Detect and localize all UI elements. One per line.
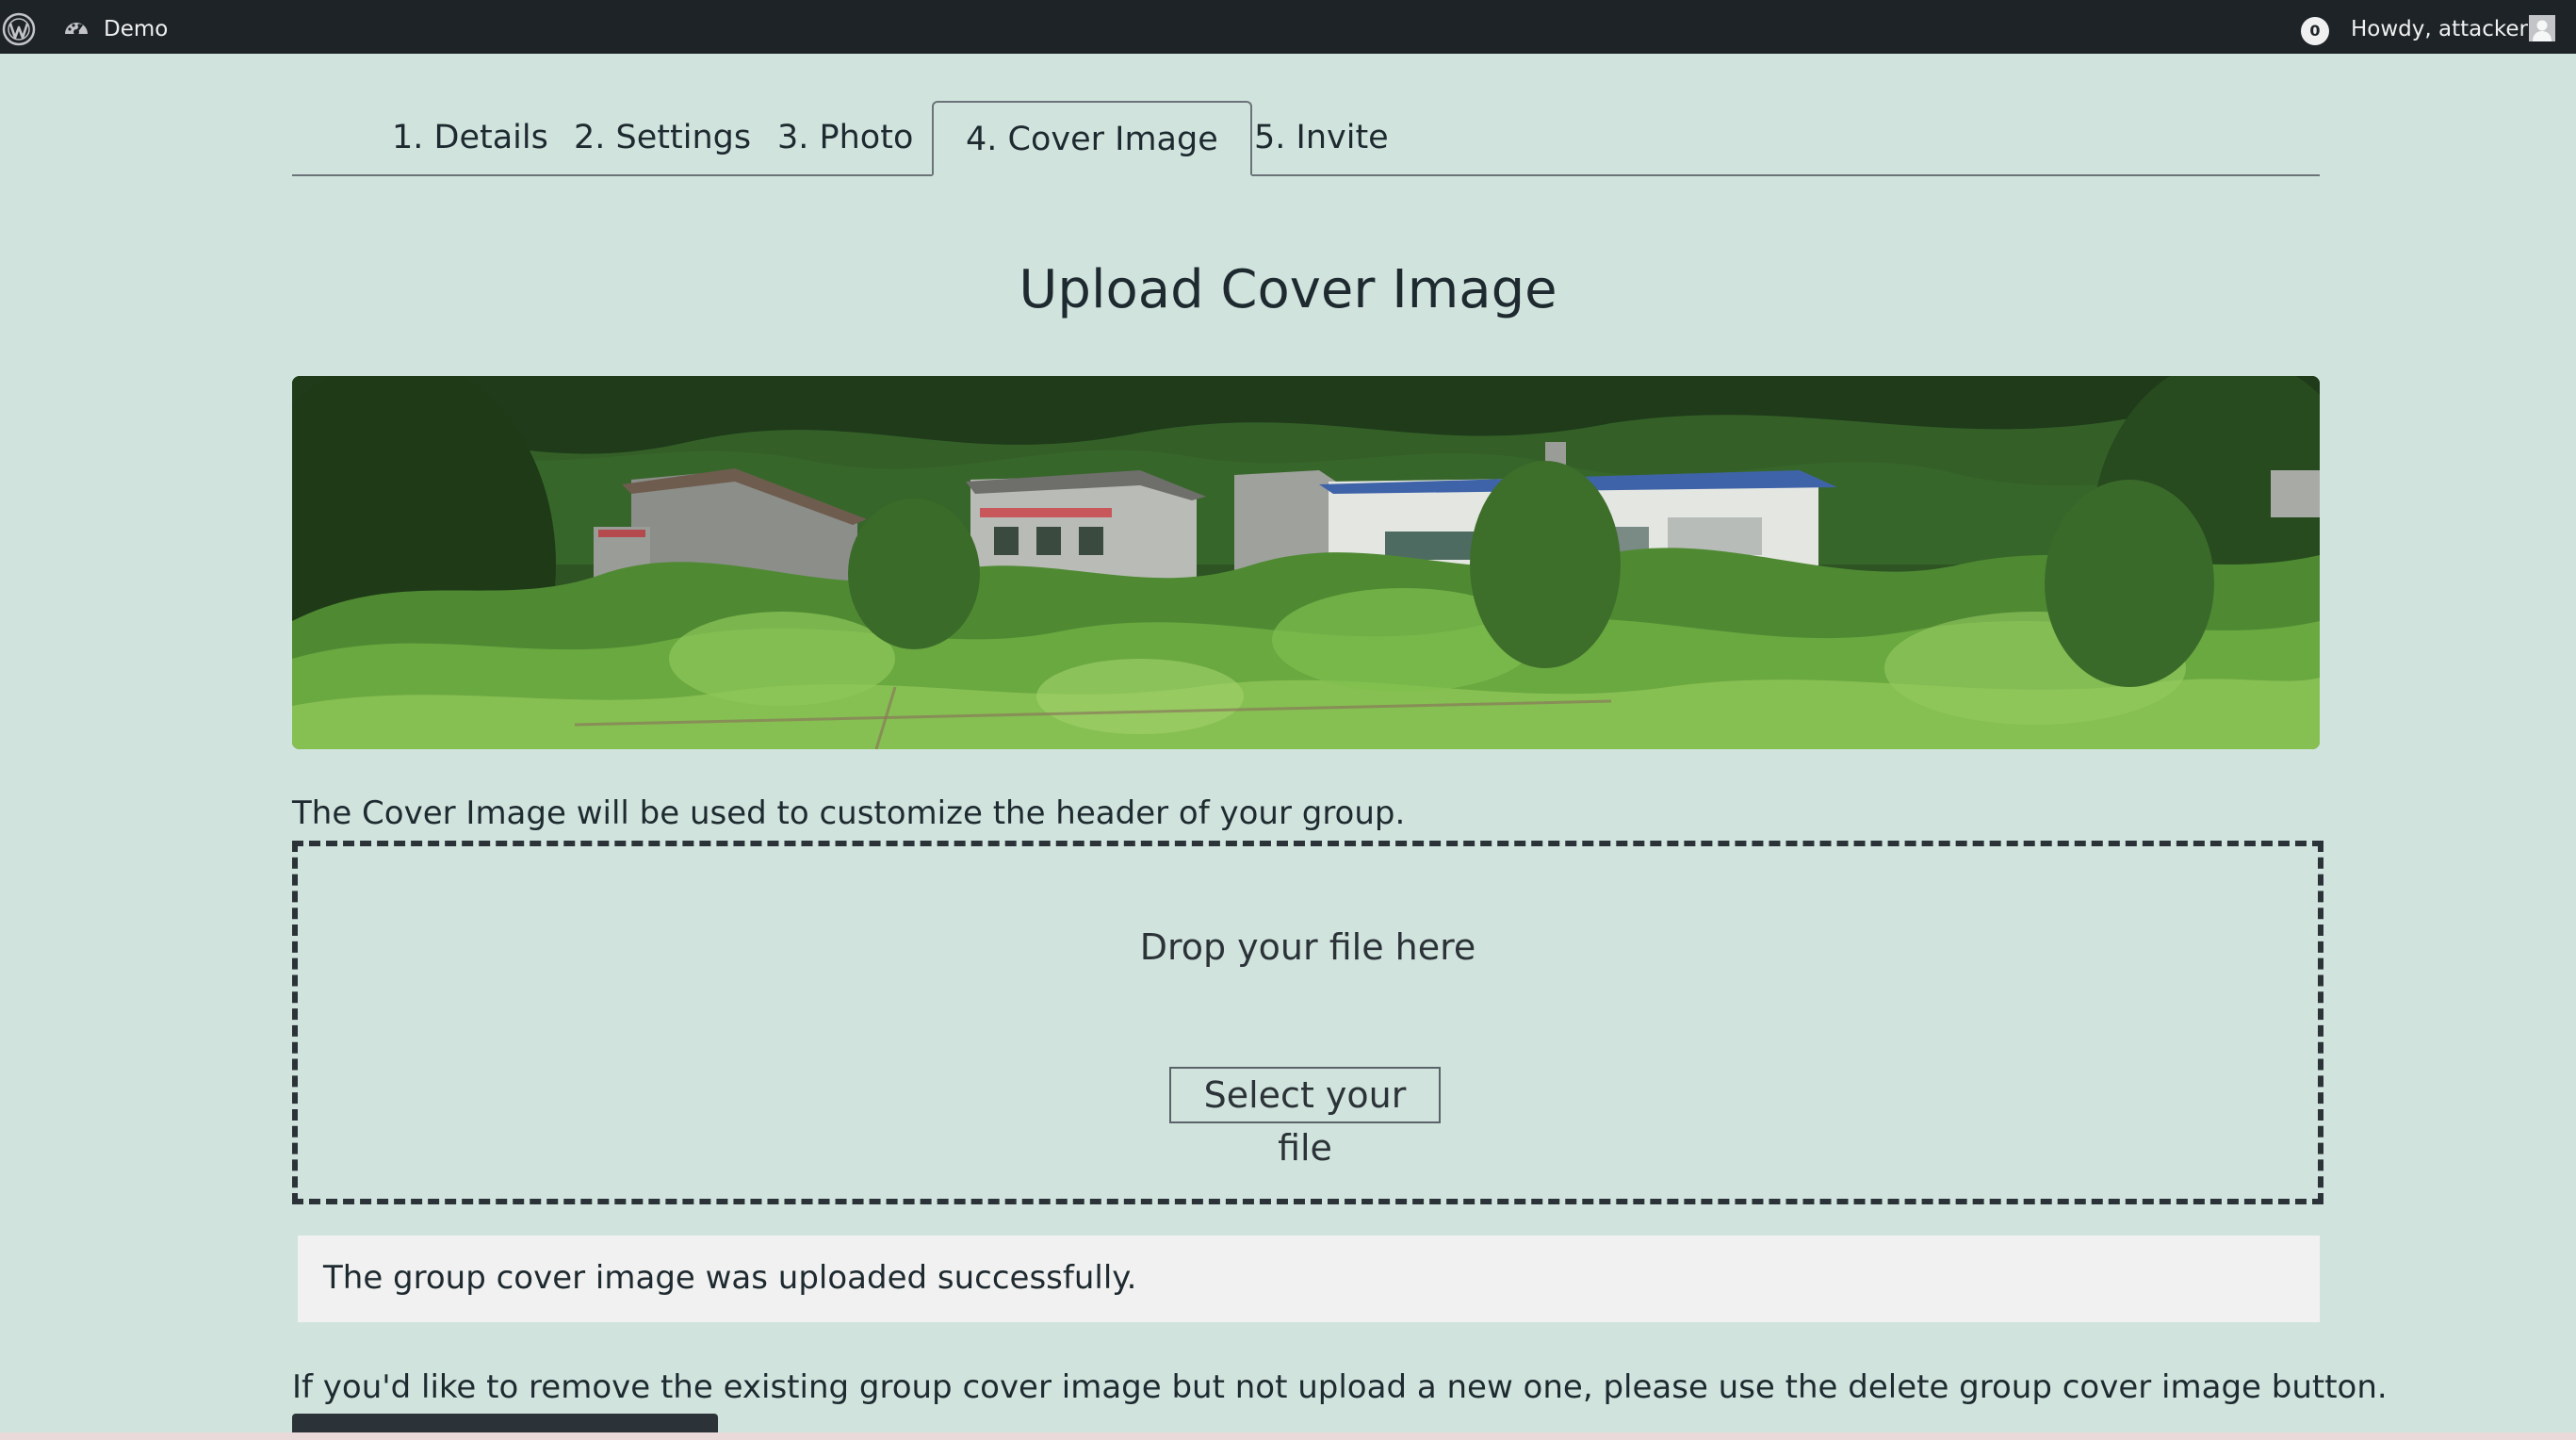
success-notice: The group cover image was uploaded succe… [298, 1235, 2320, 1322]
page-title: Upload Cover Image [1019, 259, 1557, 320]
wordpress-icon[interactable] [2, 12, 36, 46]
tab-details[interactable]: 1. Details [392, 101, 548, 174]
select-file-button[interactable]: Select your file [1169, 1067, 1441, 1169]
site-name-link[interactable]: Demo [104, 14, 168, 44]
avatar[interactable] [2529, 15, 2555, 41]
user-silhouette-icon [2529, 15, 2555, 41]
success-notice-text: The group cover image was uploaded succe… [323, 1259, 1137, 1297]
drop-file-prompt: Drop your file here [1139, 926, 1476, 968]
howdy-user-link[interactable]: Howdy, attacker1 [2351, 14, 2542, 44]
cover-image-landscape [292, 376, 2320, 749]
admin-bar: Demo 0 Howdy, attacker1 [0, 0, 2576, 54]
tab-settings[interactable]: 2. Settings [574, 101, 751, 174]
remove-cover-hint: If you'd like to remove the existing gro… [292, 1368, 2388, 1406]
page-bottom-edge [0, 1432, 2576, 1440]
group-creation-tabs: 1. Details 2. Settings 3. Photo 4. Cover… [292, 101, 2320, 176]
dashboard-icon[interactable] [62, 15, 90, 43]
file-dropzone[interactable]: Drop your file here Select your file [292, 841, 2323, 1204]
notification-count-badge[interactable]: 0 [2301, 17, 2329, 45]
tab-photo[interactable]: 3. Photo [777, 101, 913, 174]
cover-image-preview [292, 376, 2320, 749]
cover-image-description: The Cover Image will be used to customiz… [292, 794, 1406, 832]
tab-invite[interactable]: 5. Invite [1254, 101, 1389, 174]
tab-cover-image[interactable]: 4. Cover Image [932, 101, 1252, 176]
